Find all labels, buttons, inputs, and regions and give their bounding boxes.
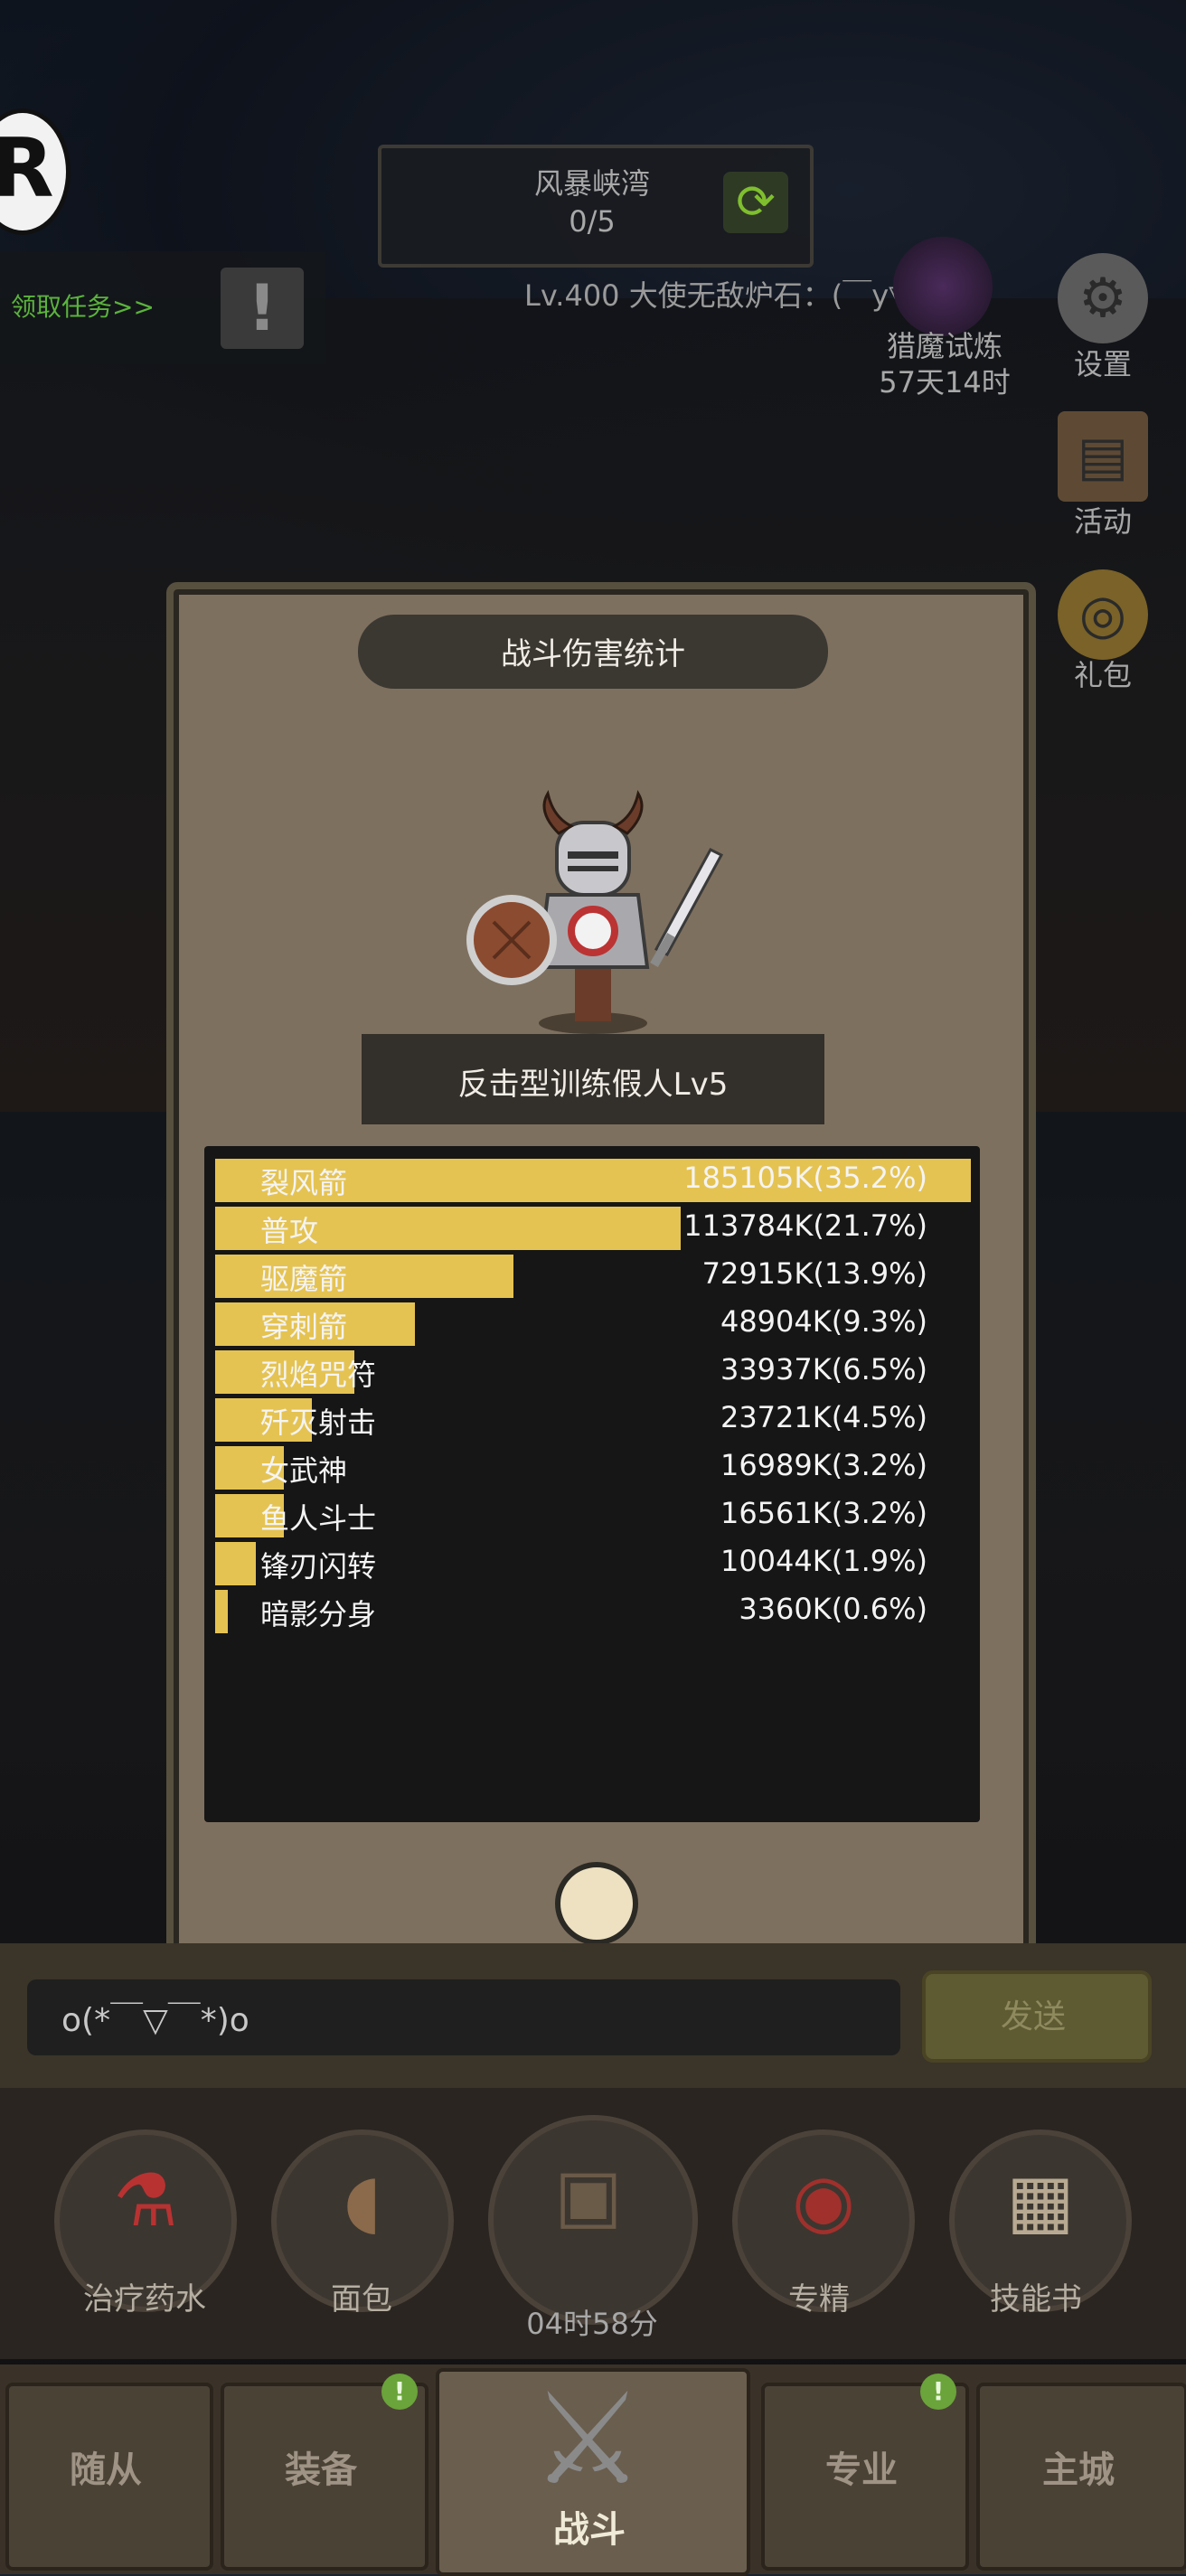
skill-name: 驱魔箭 [260, 1262, 348, 1296]
modal-title: 战斗伤害统计 [501, 636, 685, 672]
send-button-label: 发送 [1000, 1998, 1066, 2035]
damage-bar [215, 1542, 257, 1585]
quest-link[interactable]: 领取任务>> [11, 287, 155, 324]
damage-row: 女武神 16989K(3.2%) [215, 1446, 971, 1490]
bread-label: 面包 [331, 2281, 392, 2317]
damage-row: 歼灭射击 23721K(4.5%) [215, 1398, 971, 1442]
damage-row: 烈焰咒符 33937K(6.5%) [215, 1350, 971, 1394]
nav-tab-city-label: 主城 [1042, 2449, 1115, 2491]
activity-label: 活动 [1073, 504, 1132, 539]
hunt-trial-icon[interactable] [893, 237, 993, 336]
skillbook-icon: ▦ [1006, 2158, 1075, 2242]
specialize-icon: ◉ [792, 2158, 855, 2242]
skill-name: 普攻 [260, 1214, 319, 1248]
nav-tab-battle-label: 战斗 [553, 2509, 626, 2551]
skill-name: 锋刃闪转 [260, 1549, 377, 1584]
damage-value: 72915K(13.9%) [701, 1256, 927, 1291]
damage-bar [215, 1590, 229, 1633]
potion-label: 治疗药水 [83, 2281, 206, 2317]
damage-value: 10044K(1.9%) [720, 1544, 927, 1578]
treasure-chest-icon: ▣ [554, 2153, 623, 2237]
gift-icon[interactable]: ◎ [1058, 569, 1148, 660]
damage-value: 48904K(9.3%) [720, 1304, 927, 1339]
skill-name: 裂风箭 [260, 1166, 348, 1200]
damage-value: 16561K(3.2%) [720, 1496, 927, 1530]
crossed-swords-icon: ⚔ [531, 2366, 645, 2514]
damage-value: 113784K(21.7%) [683, 1208, 927, 1243]
damage-row: 锋刃闪转 10044K(1.9%) [215, 1542, 971, 1585]
skill-name: 鱼人斗士 [260, 1501, 377, 1536]
damage-row: 驱魔箭 72915K(13.9%) [215, 1255, 971, 1298]
skill-name: 女武神 [260, 1453, 348, 1488]
target-name: 反击型训练假人Lv5 [457, 1067, 729, 1103]
settings-label: 设置 [1073, 347, 1132, 381]
damage-row: 暗影分身 3360K(0.6%) [215, 1590, 971, 1633]
damage-value: 16989K(3.2%) [720, 1448, 927, 1482]
potion-icon: ⚗ [113, 2158, 178, 2242]
skill-name: 穿刺箭 [260, 1310, 348, 1344]
nav-tab-follower-label: 随从 [70, 2449, 142, 2491]
damage-stats-table: 裂风箭 185105K(35.2%) 普攻 113784K(21.7%) 驱魔箭 7291… [204, 1146, 980, 1822]
training-dummy-knight-image [466, 790, 724, 1034]
skill-name: 烈焰咒符 [260, 1358, 377, 1392]
scroll-icon[interactable]: ▤ [1058, 411, 1148, 502]
refresh-icon[interactable]: ⟳ [723, 172, 788, 233]
gift-label: 礼包 [1073, 658, 1132, 692]
profession-notification-badge: ! [920, 2374, 956, 2410]
skillbook-label: 技能书 [990, 2281, 1082, 2317]
equipment-notification-badge: ! [381, 2374, 418, 2410]
damage-row: 普攻 113784K(21.7%) [215, 1207, 971, 1250]
chat-input-text: o(*￣▽￣*)o [61, 2002, 249, 2039]
damage-value: 23721K(4.5%) [720, 1400, 927, 1434]
nav-tab-profession-label: 专业 [825, 2449, 898, 2491]
gear-icon[interactable]: ⚙ [1058, 253, 1148, 343]
damage-row: 穿刺箭 48904K(9.3%) [215, 1302, 971, 1346]
bread-icon: ◖ [343, 2158, 382, 2242]
damage-value: 3360K(0.6%) [739, 1592, 927, 1626]
specialize-label: 专精 [788, 2281, 850, 2317]
damage-row: 鱼人斗士 16561K(3.2%) [215, 1494, 971, 1537]
nav-tab-equipment-label: 装备 [285, 2449, 357, 2491]
damage-value: 33937K(6.5%) [720, 1352, 927, 1387]
quest-alert-icon[interactable]: ! [221, 268, 304, 349]
damage-row: 裂风箭 185105K(35.2%) [215, 1159, 971, 1202]
chest-timer: 04时58分 [526, 2307, 658, 2341]
close-modal-button[interactable] [555, 1862, 638, 1945]
hunt-trial-timer: 57天14时 [879, 365, 1011, 400]
damage-value: 185105K(35.2%) [683, 1161, 927, 1195]
skill-name: 歼灭射击 [260, 1406, 377, 1440]
skill-name: 暗影分身 [260, 1597, 377, 1631]
